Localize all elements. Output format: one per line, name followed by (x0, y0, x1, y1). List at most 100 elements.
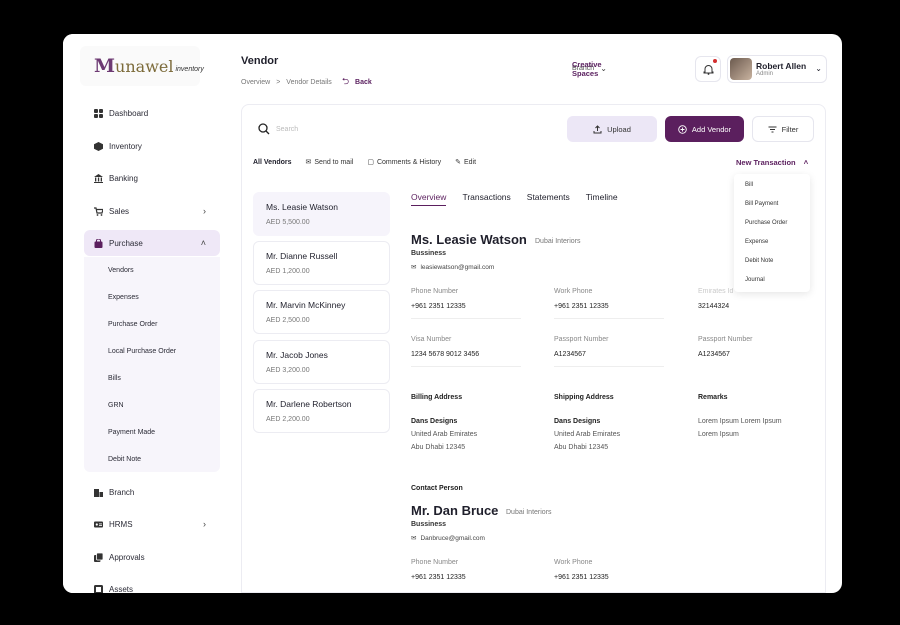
vendor-name: Mr. Marvin McKinney (266, 300, 346, 310)
sidebar-item-banking[interactable]: Banking (84, 165, 220, 191)
back-link[interactable]: Back (355, 79, 372, 86)
page-title: Vendor (241, 55, 279, 67)
visa-value: 1234 5678 9012 3456 (411, 351, 480, 358)
vendor-card[interactable]: Mr. Darlene Robertson AED 2,200.00 (253, 389, 390, 433)
add-vendor-button[interactable]: Add Vendor (665, 116, 744, 142)
vendor-card[interactable]: Mr. Dianne Russell AED 1,200.00 (253, 241, 390, 285)
menu-item-purchase-order[interactable]: Purchase Order (745, 220, 787, 226)
filter-icon (768, 126, 777, 132)
sidebar-item-label: Inventory (109, 141, 142, 151)
comments-button[interactable]: ▢ Comments & History (367, 158, 441, 167)
billing-line1: United Arab Emirates (411, 431, 478, 438)
sidebar-item-sales[interactable]: Sales › (84, 198, 220, 224)
divider (411, 318, 521, 319)
mail-icon: ✉ (411, 264, 417, 271)
vendor-amount: AED 2,500.00 (266, 317, 310, 324)
tab-statements[interactable]: Statements (527, 192, 570, 206)
sidebar-item-label: Purchase (109, 238, 143, 248)
contact-email: ✉ Danbruce@gmail.com (411, 534, 485, 543)
vendor-card[interactable]: Mr. Marvin McKinney AED 2,500.00 (253, 290, 390, 334)
edit-button[interactable]: ✎ Edit (455, 158, 477, 167)
menu-item-expense[interactable]: Expense (745, 239, 768, 245)
sidebar-item-hrms[interactable]: HRMS › (84, 511, 220, 537)
contact-work-value: +961 2351 12335 (554, 574, 609, 581)
branch-value: Creative Spaces (572, 59, 602, 78)
menu-item-bill-payment[interactable]: Bill Payment (745, 201, 778, 207)
search-input[interactable]: Search (258, 119, 448, 139)
tab-timeline[interactable]: Timeline (586, 192, 618, 206)
vendor-amount: AED 2,200.00 (266, 416, 310, 423)
breadcrumb-separator: > (276, 78, 281, 86)
remarks-line2: Lorem Ipsum (698, 431, 739, 438)
passport-value: A1234567 (554, 351, 586, 358)
filter-button[interactable]: Filter (752, 116, 814, 142)
mail-icon: ✉ (305, 159, 312, 166)
submenu-item-bills[interactable]: Bills (108, 375, 121, 382)
billing-address-label: Billing Address (411, 394, 463, 401)
vendor-amount: AED 3,200.00 (266, 367, 310, 374)
notification-dot (713, 59, 717, 63)
vendor-type: Bussiness (411, 250, 447, 257)
sidebar-item-branch[interactable]: Branch (84, 479, 220, 505)
menu-item-debit-note[interactable]: Debit Note (745, 258, 773, 264)
shipping-address-label: Shipping Address (554, 394, 614, 401)
shipping-line2: Abu Dhabi 12345 (554, 444, 609, 451)
breadcrumb-vendor-details[interactable]: Vendor Details (286, 79, 332, 86)
submenu-item-grn[interactable]: GRN (108, 402, 124, 409)
sidebar-item-inventory[interactable]: Inventory (84, 133, 220, 159)
send-mail-button[interactable]: ✉ Send to mail (305, 158, 354, 167)
vendor-email-text: leasiewatson@gmail.com (420, 263, 495, 271)
upload-icon (593, 124, 602, 133)
bell-icon (703, 64, 713, 75)
vendor-card[interactable]: Ms. Leasie Watson AED 5,500.00 (253, 192, 390, 236)
visa-label: Visa Number (411, 336, 452, 343)
logo-m: M (94, 55, 116, 77)
tab-overview[interactable]: Overview (411, 192, 447, 206)
work-phone-value: +961 2351 12335 (554, 303, 609, 310)
vendor-card[interactable]: Mr. Jacob Jones AED 3,200.00 (253, 340, 390, 384)
menu-item-bill[interactable]: Bill (745, 182, 753, 188)
menu-item-journal[interactable]: Journal (745, 277, 765, 283)
submenu-item-purchase-order[interactable]: Purchase Order (108, 321, 157, 328)
contact-phone-label: Phone Number (411, 559, 459, 566)
breadcrumb: Overview > Vendor Details ⮌ Back (241, 74, 372, 90)
sidebar-item-purchase[interactable]: Purchase ˄ (84, 230, 220, 256)
submenu-item-debit-note[interactable]: Debit Note (108, 456, 141, 463)
new-transaction-button[interactable]: New Transaction ˄ (736, 158, 808, 167)
edit-label: Edit (464, 158, 477, 166)
work-phone-label: Work Phone (554, 288, 593, 295)
all-vendors-tab[interactable]: All Vendors (253, 159, 292, 166)
add-vendor-label: Add Vendor (691, 124, 732, 134)
upload-button[interactable]: Upload (567, 116, 657, 142)
chevron-up-icon: ˄ (803, 158, 809, 167)
submenu-item-local-purchase-order[interactable]: Local Purchase Order (108, 348, 176, 355)
shipping-line1: United Arab Emirates (554, 431, 621, 438)
emirates-value: 32144324 (698, 303, 730, 310)
passport2-value: A1234567 (698, 351, 730, 358)
passport-label: Passport Number (554, 336, 609, 343)
sidebar-item-label: Sales (109, 206, 130, 216)
vendor-name: Mr. Darlene Robertson (266, 399, 352, 409)
submenu-item-payment-made[interactable]: Payment Made (108, 429, 155, 436)
back-arrow-icon[interactable]: ⮌ (342, 74, 349, 90)
user-menu[interactable]: Robert Allen Admin ⌄ (727, 55, 827, 83)
phone-label: Phone Number (411, 288, 459, 295)
submenu-item-vendors[interactable]: Vendors (108, 267, 134, 274)
branch-selector[interactable]: Branch Creative Spaces ⌄ (572, 60, 607, 78)
contact-email-text: Danbruce@gmail.com (420, 534, 485, 542)
logo[interactable]: M unawel inventory (80, 46, 204, 86)
logo-sub: inventory (175, 65, 204, 73)
sidebar-item-label: Branch (109, 487, 135, 497)
sidebar-item-assets[interactable]: Assets (84, 576, 220, 593)
sidebar-item-dashboard[interactable]: Dashboard (84, 100, 220, 126)
sidebar-item-approvals[interactable]: Approvals (84, 544, 220, 570)
contact-type: Bussiness (411, 521, 447, 528)
tab-transactions[interactable]: Transactions (462, 192, 510, 206)
breadcrumb-overview[interactable]: Overview (241, 79, 270, 86)
notification-button[interactable] (695, 56, 721, 82)
comment-icon: ▢ (367, 159, 374, 166)
submenu-item-expenses[interactable]: Expenses (108, 294, 139, 301)
purchase-submenu: Vendors Expenses Purchase Order Local Pu… (84, 257, 220, 472)
contact-person-label: Contact Person (411, 485, 463, 492)
building-icon (93, 487, 103, 497)
